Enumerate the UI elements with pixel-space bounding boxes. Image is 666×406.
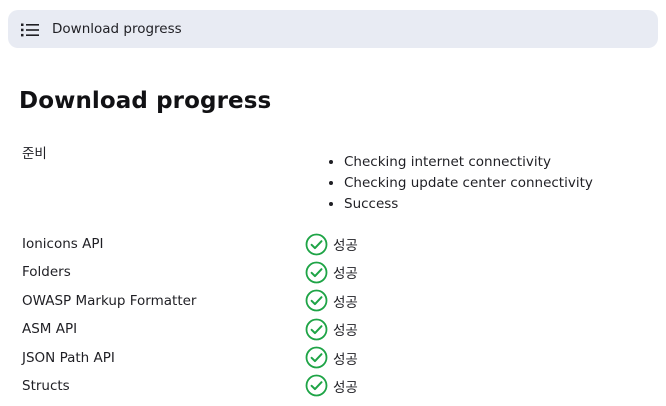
status-text: 성공 <box>333 266 358 283</box>
check-circle-icon <box>305 261 328 284</box>
plugin-status: 성공 <box>305 289 358 313</box>
plugin-name: JSON Path API <box>22 349 115 366</box>
preparation-step: Checking internet connectivity <box>344 152 593 173</box>
check-circle-icon <box>305 233 328 256</box>
check-circle-icon <box>305 289 328 312</box>
page-title: Download progress <box>19 88 272 114</box>
plugin-name: Ionicons API <box>22 236 104 252</box>
plugin-name: Folders <box>22 264 71 281</box>
preparation-label: 준비 <box>22 146 47 162</box>
preparation-row: 준비 Checking internet connectivity Checki… <box>22 140 642 232</box>
preparation-step: Success <box>344 194 593 215</box>
breadcrumb: Download progress <box>8 10 658 48</box>
preparation-steps: Checking internet connectivity Checking … <box>322 152 593 215</box>
plugin-status: 성공 <box>305 232 358 256</box>
status-text: 성공 <box>333 379 358 396</box>
breadcrumb-label[interactable]: Download progress <box>52 21 182 37</box>
status-text: 성공 <box>333 294 358 311</box>
list-icon[interactable] <box>21 22 39 37</box>
plugin-status: 성공 <box>305 260 358 284</box>
check-circle-icon <box>305 346 328 369</box>
status-text: 성공 <box>333 323 358 340</box>
check-circle-icon <box>305 374 328 397</box>
status-text: 성공 <box>333 238 358 254</box>
plugin-row: OWASP Markup Formatter 성공 <box>22 289 642 317</box>
check-circle-icon <box>305 318 328 341</box>
plugin-status: 성공 <box>305 346 358 370</box>
plugin-name: OWASP Markup Formatter <box>22 292 197 309</box>
status-text: 성공 <box>333 351 358 368</box>
plugin-status: 성공 <box>305 317 358 341</box>
plugin-name: ASM API <box>22 321 78 338</box>
plugin-row: Folders 성공 <box>22 260 642 288</box>
plugin-status: 성공 <box>305 374 358 398</box>
plugin-row: Ionicons API 성공 <box>22 232 642 260</box>
plugin-name: Structs <box>22 377 70 394</box>
plugin-row: JSON Path API 성공 <box>22 346 642 374</box>
preparation-step: Checking update center connectivity <box>344 173 593 194</box>
download-status-table: 준비 Checking internet connectivity Checki… <box>22 140 642 402</box>
plugin-row: Structs 성공 <box>22 374 642 402</box>
plugin-row: ASM API 성공 <box>22 317 642 345</box>
